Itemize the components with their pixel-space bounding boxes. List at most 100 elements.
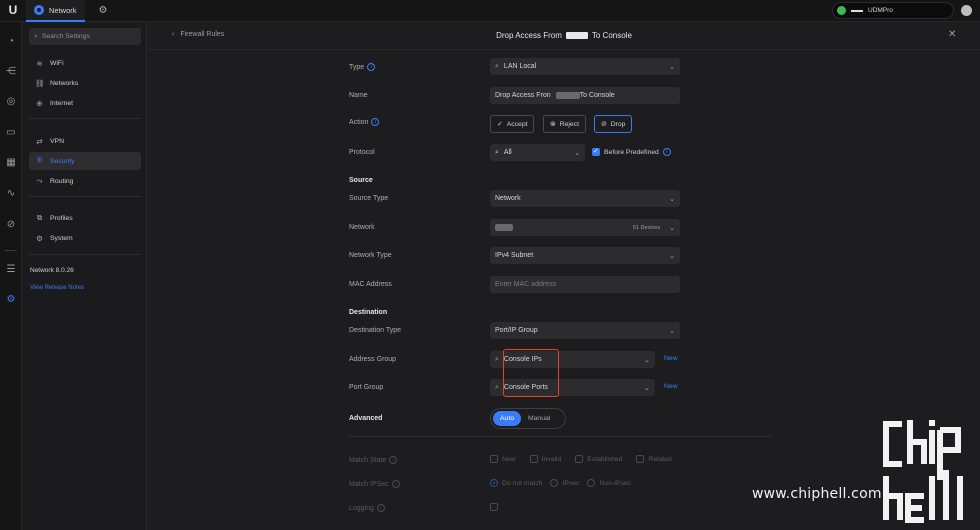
network-select[interactable]: 51 Devices ⌄ (490, 219, 680, 236)
name-label: Name (349, 92, 368, 99)
ipsec-do-not-match: Do not match (490, 479, 542, 487)
release-notes-link[interactable]: View Release Notes (30, 285, 84, 291)
radio (587, 479, 596, 487)
chevron-down-icon: ⌄ (669, 327, 675, 335)
sidebar-divider (29, 254, 141, 255)
info-icon[interactable]: i (371, 118, 380, 126)
redacted-block (555, 92, 580, 99)
info-icon[interactable]: i (367, 63, 376, 71)
advanced-auto-option[interactable]: Auto (493, 411, 521, 426)
info-icon: i (389, 456, 398, 464)
sidebar-item-profiles[interactable]: ⧉ Profiles (29, 209, 141, 227)
online-status-icon (837, 6, 846, 15)
close-icon[interactable]: ✕ (948, 29, 956, 40)
sidebar-item-vpn[interactable]: ⇄ VPN (29, 132, 141, 150)
chevron-down-icon: ⌄ (669, 224, 675, 232)
radio (490, 479, 498, 487)
sidebar-item-label: Networks (50, 79, 79, 87)
device-selector[interactable]: UDMPro (832, 2, 954, 19)
reject-label: Reject (559, 120, 579, 128)
before-predefined-option: Before Predefined i (592, 147, 671, 156)
insights-icon[interactable]: ∿ (4, 187, 18, 201)
network-app-icon (34, 5, 44, 15)
title-suffix: To Console (591, 31, 632, 40)
topology-icon[interactable]: ⋲ (4, 65, 18, 79)
radio (550, 479, 559, 487)
app-icon-rail: ◔ ⋲ ◎ ▭ ▦ ∿ ⊘ ☰ ⚙ (0, 22, 22, 530)
protocol-select[interactable]: ⌕ All ⌄ (490, 144, 585, 161)
destination-type-label: Destination Type (349, 327, 402, 334)
chevron-down-icon: ⌄ (574, 149, 580, 157)
search-input[interactable]: ⌕ Search Settings (29, 28, 141, 45)
section-divider (349, 436, 772, 437)
routing-icon: ⤳ (36, 176, 43, 185)
destination-type-select[interactable]: Port/IP Group ⌄ (490, 322, 680, 339)
unifi-logo-icon[interactable]: U (6, 3, 20, 17)
sidebar-item-routing[interactable]: ⤳ Routing (29, 172, 141, 190)
sidebar-item-internet[interactable]: ⊕ Internet (29, 94, 141, 112)
action-label-text: Action (349, 118, 369, 126)
logs-icon[interactable]: ☰ (4, 263, 18, 277)
advanced-manual-option[interactable]: Manual (521, 411, 557, 426)
source-type-select[interactable]: Network ⌄ (490, 190, 680, 207)
name-value-suffix: To Console (579, 92, 615, 99)
settings-gear-icon[interactable]: ⚙ (4, 293, 18, 307)
sidebar-divider (29, 196, 141, 197)
version-label: Network 8.0.26 (30, 267, 74, 274)
chevron-down-icon: ⌄ (669, 63, 675, 71)
action-reject-button[interactable]: ⊗ Reject (543, 115, 586, 133)
match-ipsec-label-text: Match IPSec (349, 480, 389, 488)
protection-icon[interactable]: ⊘ (4, 218, 18, 232)
clients-icon[interactable]: ▭ (4, 126, 18, 140)
redacted-block (565, 32, 588, 39)
sidebar-item-label: System (50, 234, 73, 242)
globe-icon: ⊕ (36, 98, 43, 108)
dashboard-icon[interactable]: ◔ (4, 35, 18, 49)
mac-address-input[interactable]: Enter MAC address (490, 276, 680, 293)
sidebar-item-networks[interactable]: ⛓ Networks (29, 74, 141, 92)
page-title: Drop Access From To Console (148, 31, 980, 40)
info-icon[interactable]: i (662, 148, 671, 156)
type-select[interactable]: ⌕ LAN Local ⌄ (490, 58, 680, 75)
info-icon: i (376, 504, 385, 512)
search-icon: ⌕ (495, 355, 499, 363)
sidebar-item-system[interactable]: ⚙ System (29, 229, 141, 247)
sidebar-item-label: Internet (50, 99, 74, 107)
network-type-select[interactable]: IPv4 Subnet ⌄ (490, 247, 680, 264)
vpn-icon: ⇄ (36, 136, 43, 146)
match-state-label-text: Match State (349, 456, 387, 464)
source-section-title: Source (349, 177, 373, 184)
option-label: New (502, 455, 516, 463)
settings-sidebar: ⌕ Search Settings ≋ WiFi ⛓ Networks ⊕ In… (23, 22, 147, 530)
networks-icon: ⛓ (35, 78, 45, 88)
devices-icon[interactable]: ◎ (4, 95, 18, 109)
device-name: UDMPro (868, 7, 893, 14)
user-settings-icon[interactable]: ⚙ (96, 4, 110, 18)
search-icon: ⌕ (495, 383, 499, 391)
match-state-label: Match State i (349, 456, 398, 464)
type-label-text: Type (349, 63, 365, 71)
option-label: Non-IPsec (599, 479, 632, 487)
avatar[interactable] (961, 5, 972, 16)
chevron-down-icon: ⌄ (644, 384, 650, 392)
new-port-group-link[interactable]: New (664, 383, 678, 390)
logging-checkbox (490, 503, 498, 511)
name-input[interactable]: Drop Access Fron To Console (490, 87, 680, 104)
chiphell-watermark-logo (883, 420, 963, 523)
checkbox (490, 455, 498, 463)
rail-divider (5, 250, 17, 251)
match-state-options: New Invalid Established Related (490, 455, 672, 463)
before-predefined-checkbox[interactable] (592, 147, 600, 156)
mac-address-placeholder: Enter MAC address (495, 281, 557, 288)
sidebar-item-label: Profiles (50, 214, 73, 222)
sidebar-item-wifi[interactable]: ≋ WiFi (29, 54, 141, 72)
new-address-group-link[interactable]: New (664, 355, 678, 362)
action-accept-button[interactable]: ✓ Accept (490, 115, 535, 133)
sidebar-item-security[interactable]: ⛨ Security (29, 152, 141, 170)
match-state-new: New (490, 455, 516, 463)
match-state-established: Established (575, 455, 622, 463)
destination-type-value: Port/IP Group (495, 327, 538, 334)
action-drop-button[interactable]: ⊘ Drop (594, 115, 633, 133)
statistics-icon[interactable]: ▦ (4, 156, 18, 170)
network-app-tab[interactable]: Network (26, 0, 85, 22)
